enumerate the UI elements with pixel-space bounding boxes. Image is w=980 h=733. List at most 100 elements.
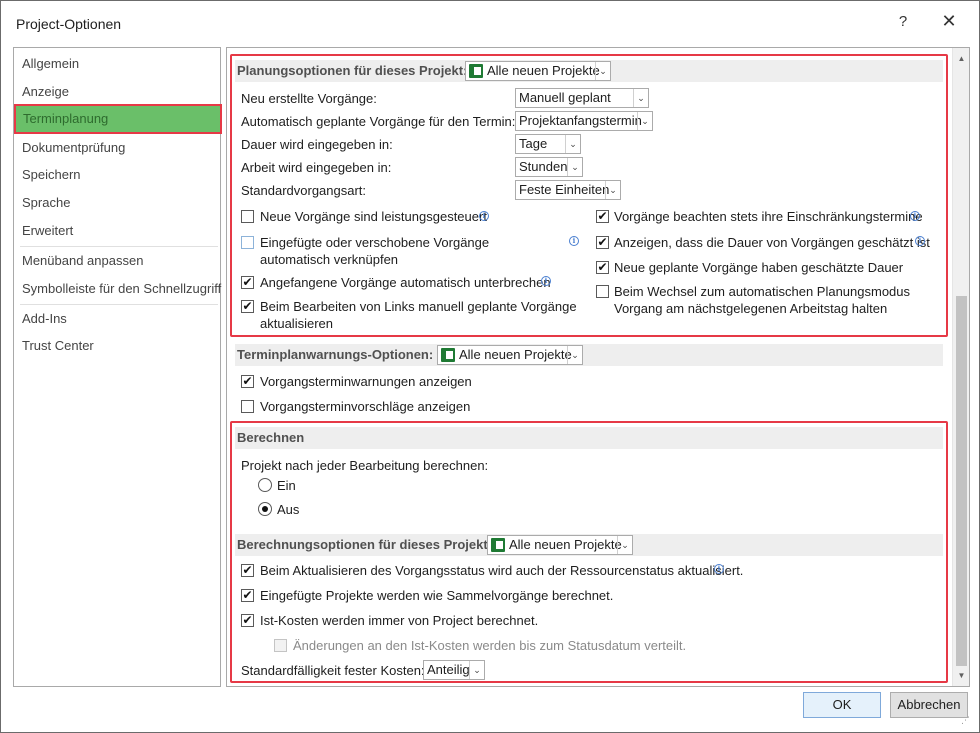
sidebar-item-anzeige[interactable]: Anzeige (15, 79, 219, 105)
select-dauer[interactable]: Tage ⌄ (515, 134, 581, 154)
chevron-down-icon: ⌄ (567, 346, 582, 364)
checkbox-terminvorschlaege[interactable] (241, 400, 254, 413)
checkbox-label: Neue geplante Vorgänge haben geschätzte … (614, 260, 904, 275)
sidebar-item-allgemein[interactable]: Allgemein (15, 51, 219, 77)
close-button[interactable]: ✕ (929, 7, 969, 35)
checkbox-label: Eingefügte oder verschobene Vorgänge aut… (260, 235, 490, 267)
sidebar-item-addins[interactable]: Add-Ins (15, 306, 219, 332)
select-value: Stunden (519, 159, 568, 174)
category-sidebar: Allgemein Anzeige Terminplanung Dokument… (13, 47, 222, 687)
checkbox-ist-kosten[interactable]: ✔ (241, 614, 254, 627)
checkbox-unterbrechen[interactable]: ✔ (241, 276, 254, 289)
project-file-icon (441, 348, 455, 362)
section-title: Berechnen (237, 430, 305, 445)
cancel-button[interactable]: Abbrechen (890, 692, 968, 718)
vertical-scrollbar[interactable]: ▲ ▼ (952, 48, 969, 686)
select-value: Alle neuen Projekte (459, 347, 572, 362)
section-title: Terminplanwarnungs-Optionen: (237, 347, 434, 362)
sidebar-item-sprache[interactable]: Sprache (15, 190, 219, 216)
sidebar-item-trust-center[interactable]: Trust Center (15, 333, 219, 359)
sidebar-item-speichern[interactable]: Speichern (15, 162, 219, 188)
select-value: Alle neuen Projekte (487, 63, 600, 78)
label-dauer: Dauer wird eingegeben in: (241, 137, 393, 152)
checkbox-dauer-geschaetzt[interactable]: ✔ (596, 236, 609, 249)
select-value: Feste Einheiten (519, 182, 610, 197)
chevron-down-icon: ⌄ (469, 661, 484, 679)
label-standardvorgangsart: Standardvorgangsart: (241, 183, 367, 198)
select-value: Manuell geplant (519, 90, 611, 105)
checkbox-links-aktualisieren[interactable]: ✔ (241, 300, 254, 313)
checkbox-automatisch-verknuepfen[interactable] (241, 236, 254, 249)
checkbox-ressourcenstatus[interactable]: ✔ (241, 564, 254, 577)
checkbox-label: Neue Vorgänge sind leistungsgesteuert (260, 209, 487, 224)
info-icon[interactable]: i (479, 211, 489, 221)
resize-grip-icon[interactable]: ⋰ (961, 715, 973, 727)
checkbox-label: Ist-Kosten werden immer von Project bere… (260, 613, 539, 628)
checkbox-leistungsgesteuert[interactable] (241, 210, 254, 223)
checkbox-label: Angefangene Vorgänge automatisch unterbr… (260, 275, 551, 290)
label-automatisch-termin: Automatisch geplante Vorgänge für den Te… (241, 114, 516, 129)
radio-aus[interactable] (258, 502, 272, 516)
radio-label: Aus (277, 502, 300, 517)
select-automatisch-termin[interactable]: Projektanfangstermin ⌄ (515, 111, 653, 131)
checkbox-statusdatum-verteilt (274, 639, 287, 652)
chevron-down-icon: ⌄ (617, 536, 632, 554)
scroll-down-icon[interactable]: ▼ (953, 667, 969, 684)
checkbox-einschraenkungstermine[interactable]: ✔ (596, 210, 609, 223)
sidebar-divider (20, 304, 218, 305)
checkbox-label: Vorgangsterminvorschläge anzeigen (260, 399, 471, 414)
checkbox-label: Vorgangsterminwarnungen anzeigen (260, 374, 472, 389)
select-value: Anteilig (427, 662, 470, 677)
select-standardvorgangsart[interactable]: Feste Einheiten ⌄ (515, 180, 621, 200)
title-bar: Project-Optionen ? ✕ (1, 1, 979, 41)
berechnung-project-select[interactable]: Alle neuen Projekte ⌄ (487, 535, 633, 555)
scroll-up-icon[interactable]: ▲ (953, 50, 969, 67)
sidebar-item-menueband[interactable]: Menüband anpassen (15, 248, 219, 274)
planung-project-select[interactable]: Alle neuen Projekte ⌄ (465, 61, 611, 81)
checkbox-label: Beim Wechsel zum automatischen Planungsm… (614, 284, 911, 316)
help-button[interactable]: ? (883, 7, 923, 35)
sidebar-item-erweitert[interactable]: Erweitert (15, 218, 219, 244)
chevron-down-icon: ⌄ (633, 89, 648, 107)
scrollbar-thumb[interactable] (956, 296, 967, 666)
select-feste-kosten[interactable]: Anteilig ⌄ (423, 660, 485, 680)
checkbox-label: Vorgänge beachten stets ihre Einschränku… (614, 209, 923, 224)
sidebar-item-terminplanung[interactable]: Terminplanung (14, 104, 222, 134)
radio-ein[interactable] (258, 478, 272, 492)
checkbox-label: Beim Bearbeiten von Links manuell geplan… (260, 299, 577, 331)
project-file-icon (491, 538, 505, 552)
checkbox-arbeitstag-halten[interactable] (596, 285, 609, 298)
section-header-planung: Planungsoptionen für dieses Projekt: All… (235, 60, 943, 82)
chevron-down-icon: ⌄ (637, 112, 652, 130)
checkbox-label: Anzeigen, dass die Dauer von Vorgängen g… (614, 235, 930, 250)
info-icon[interactable]: i (714, 564, 724, 574)
chevron-down-icon: ⌄ (565, 135, 580, 153)
checkbox-terminwarnungen[interactable]: ✔ (241, 375, 254, 388)
options-content: Planungsoptionen für dieses Projekt: All… (226, 47, 970, 687)
info-icon[interactable]: i (569, 236, 579, 246)
chevron-down-icon: ⌄ (567, 158, 582, 176)
ok-button[interactable]: OK (803, 692, 881, 718)
info-icon[interactable]: i (910, 211, 920, 221)
info-icon[interactable]: i (915, 236, 925, 246)
checkbox-geschaetzte-dauer[interactable]: ✔ (596, 261, 609, 274)
label-feste-kosten: Standardfälligkeit fester Kosten: (241, 663, 425, 678)
checkbox-sammelvorgaenge[interactable]: ✔ (241, 589, 254, 602)
label-arbeit: Arbeit wird eingegeben in: (241, 160, 392, 175)
section-header-berechnen: Berechnen (235, 427, 943, 449)
select-arbeit[interactable]: Stunden ⌄ (515, 157, 583, 177)
warnungen-project-select[interactable]: Alle neuen Projekte ⌄ (437, 345, 583, 365)
select-neu-erstellte[interactable]: Manuell geplant ⌄ (515, 88, 649, 108)
sidebar-item-dokumentpruefung[interactable]: Dokumentprüfung (15, 135, 219, 161)
radio-label: Ein (277, 478, 296, 493)
sidebar-item-schnellzugriff[interactable]: Symbolleiste für den Schnellzugriff (15, 276, 221, 302)
info-icon[interactable]: i (541, 276, 551, 286)
chevron-down-icon: ⌄ (605, 181, 620, 199)
chevron-down-icon: ⌄ (595, 62, 610, 80)
sidebar-divider (20, 246, 218, 247)
project-file-icon (469, 64, 483, 78)
options-dialog: Project-Optionen ? ✕ Allgemein Anzeige T… (0, 0, 980, 733)
select-value: Projektanfangstermin (519, 113, 642, 128)
checkbox-label: Eingefügte Projekte werden wie Sammelvor… (260, 588, 614, 603)
section-title: Planungsoptionen für dieses Projekt: (237, 63, 468, 78)
